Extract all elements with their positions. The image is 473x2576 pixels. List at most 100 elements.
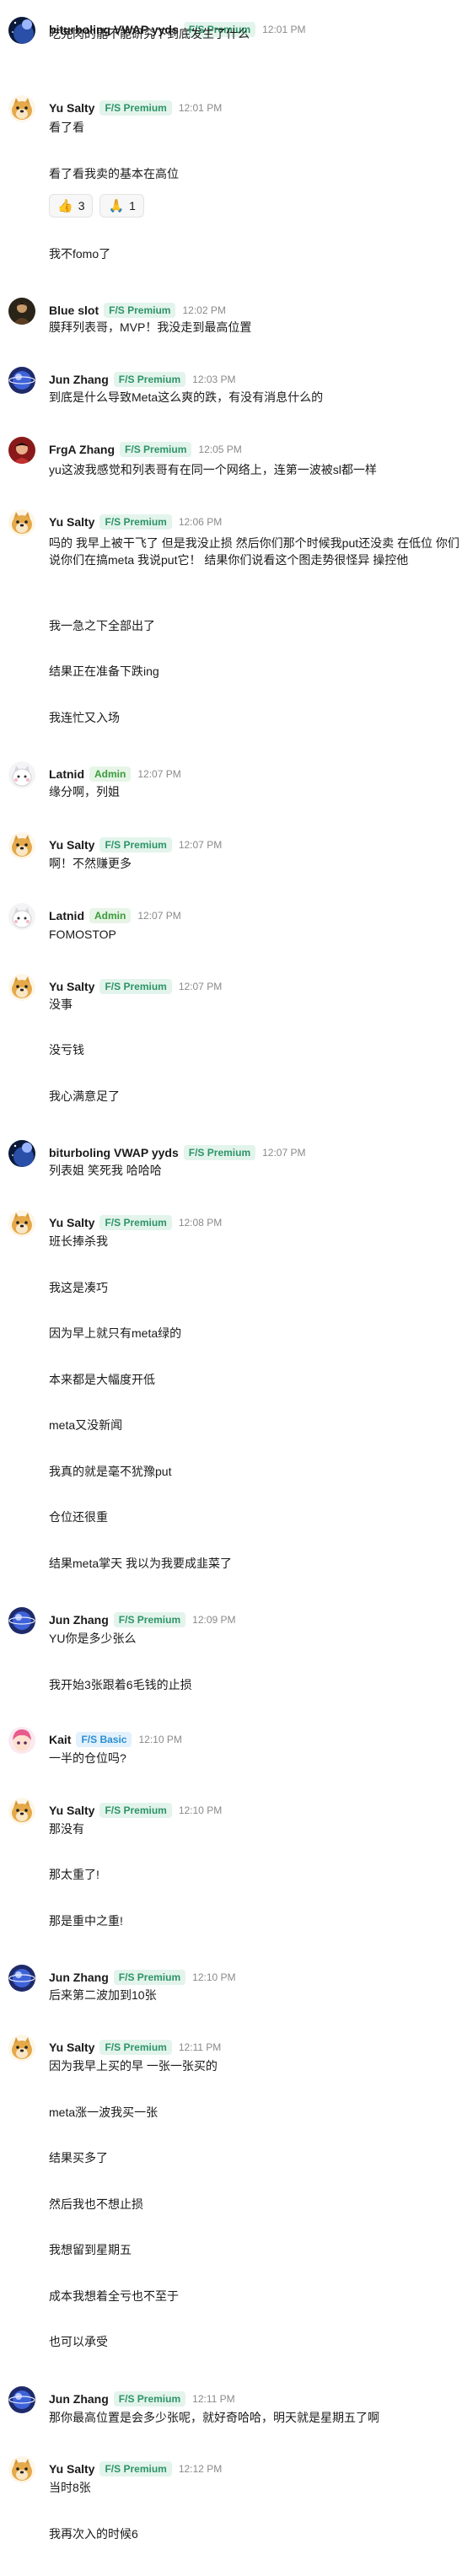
message-timestamp: 12:11 PM (192, 2393, 235, 2405)
doge-avatar[interactable] (8, 2035, 35, 2062)
message-timestamp: 12:07 PM (262, 1147, 306, 1159)
cat-avatar[interactable] (8, 903, 35, 930)
anime-avatar[interactable] (8, 1727, 35, 1754)
message-text: 那你最高位置是会多少张呢，就好奇哈哈，明天就是星期五了啊 (49, 2411, 379, 2424)
message-header: Yu Salty F/S Premium 12:12 PM (49, 2460, 222, 2478)
role-badge: F/S Premium (113, 372, 186, 387)
username[interactable]: Latnid (49, 909, 84, 922)
message-header: Yu Salty F/S Premium 12:07 PM (49, 977, 222, 996)
message-text: 然后我也不想止损 (49, 2197, 143, 2211)
message-text: 一半的仓位吗? (49, 1751, 126, 1765)
message-text: 吗的 我早上被干飞了 但是我没止损 然后你们那个时候我put还没卖 在低位 你们… (49, 536, 460, 567)
message-text: 列表姐 笑死我 哈哈哈 (49, 1164, 162, 1177)
username[interactable]: Yu Salty (49, 2462, 94, 2476)
red-avatar[interactable] (8, 437, 35, 464)
message-text: 仓位还很重 (49, 1510, 108, 1524)
message-text: 我真的就是毫不犹豫put (49, 1465, 172, 1478)
message-text: 结果meta掌天 我以为我要成韭菜了 (49, 1557, 233, 1570)
message-text: 膜拜列表哥，MVP！我没走到最高位置 (49, 320, 252, 334)
cat-avatar[interactable] (8, 761, 35, 788)
message-text: 因为我早上买的早 一张一张买的 (49, 2059, 218, 2073)
message-header: Yu Salty F/S Premium 12:06 PM (49, 513, 222, 531)
message-timestamp: 12:07 PM (137, 768, 181, 780)
message-text: 因为早上就只有meta绿的 (49, 1326, 182, 1340)
username[interactable]: Latnid (49, 767, 84, 781)
doge-avatar[interactable] (8, 95, 35, 122)
message-text: 结果正在准备下跌ing (49, 664, 159, 678)
sphere-avatar[interactable] (8, 1965, 35, 1992)
doge-avatar[interactable] (8, 1210, 35, 1237)
doge-avatar[interactable] (8, 2456, 35, 2483)
message-text: 我连忙又入场 (49, 711, 120, 724)
username[interactable]: FrgA Zhang (49, 443, 115, 456)
reactions-bar: 👍 3 🙏 1 (49, 194, 144, 218)
message-text: 后来第二波加到10张 (49, 1988, 157, 2002)
doge-avatar[interactable] (8, 509, 35, 536)
username[interactable]: Jun Zhang (49, 1613, 109, 1627)
role-badge: F/S Premium (104, 303, 176, 318)
message-timestamp: 12:06 PM (178, 516, 223, 528)
username[interactable]: Yu Salty (49, 838, 94, 852)
sphere-avatar[interactable] (8, 367, 35, 394)
message-header: FrgA Zhang F/S Premium 12:05 PM (49, 440, 242, 459)
message-text: 我想留到星期五 (49, 2243, 132, 2256)
message-timestamp: 12:11 PM (178, 2041, 222, 2053)
message-header: Kait F/S Basic 12:10 PM (49, 1730, 182, 1749)
username[interactable]: Yu Salty (49, 2041, 94, 2054)
message-timestamp: 12:12 PM (178, 2463, 223, 2475)
role-badge: F/S Premium (99, 2461, 172, 2477)
message-header: Latnid Admin 12:07 PM (49, 906, 181, 925)
message-header: biturboling VWAP yyds F/S Premium 12:07 PM (49, 1143, 306, 1162)
planet-avatar[interactable] (8, 17, 35, 44)
message-text: 我开始3张跟着6毛钱的止损 (49, 1678, 192, 1691)
message-text: 也可以承受 (49, 2335, 108, 2348)
username[interactable]: Jun Zhang (49, 2392, 109, 2406)
role-badge: F/S Premium (99, 979, 172, 994)
message-text: 我不fomo了 (49, 247, 111, 261)
reaction-button[interactable]: 👍 3 (49, 194, 94, 218)
reaction-button[interactable]: 🙏 1 (99, 194, 144, 218)
sphere-avatar[interactable] (8, 1607, 35, 1634)
message-text: 我心满意足了 (49, 1089, 120, 1103)
message-timestamp: 12:05 PM (198, 444, 242, 455)
message-text: 我再次入的时候6 (49, 2527, 138, 2541)
sphere-avatar[interactable] (8, 2386, 35, 2413)
message-header: Yu Salty F/S Premium 12:01 PM (49, 99, 222, 117)
message-text: 班长捧杀我 (49, 1234, 108, 1248)
message-timestamp: 12:10 PM (192, 1971, 236, 1983)
role-badge: F/S Premium (113, 1612, 186, 1627)
doge-avatar[interactable] (8, 832, 35, 859)
username[interactable]: Jun Zhang (49, 373, 109, 386)
message-header: Jun Zhang F/S Premium 12:09 PM (49, 1611, 236, 1629)
role-badge: Admin (89, 766, 132, 782)
message-text: meta又没新闻 (49, 1418, 123, 1432)
username[interactable]: Blue slot (49, 304, 99, 317)
username[interactable]: Jun Zhang (49, 1971, 109, 1984)
planet-avatar[interactable] (8, 1140, 35, 1167)
username[interactable]: Yu Salty (49, 980, 94, 993)
figure-avatar[interactable] (8, 298, 35, 325)
message-text: FOMOSTOP (49, 928, 116, 941)
username[interactable]: Yu Salty (49, 515, 94, 529)
username[interactable]: Yu Salty (49, 1216, 94, 1229)
thumbs-up-icon: 👍 (57, 199, 73, 213)
username[interactable]: Yu Salty (49, 101, 94, 115)
username[interactable]: biturboling VWAP yyds (49, 1146, 179, 1159)
username[interactable]: Yu Salty (49, 1804, 94, 1817)
doge-avatar[interactable] (8, 974, 35, 1001)
message-text: 吃完肉的能不能研究下到底发生了什么 (49, 27, 250, 40)
message-timestamp: 12:09 PM (192, 1614, 236, 1626)
message-timestamp: 12:08 PM (178, 1217, 223, 1229)
username[interactable]: Kait (49, 1733, 71, 1746)
role-badge: F/S Premium (183, 1145, 256, 1160)
message-header: Jun Zhang F/S Premium 12:03 PM (49, 370, 236, 389)
message-header: Blue slot F/S Premium 12:02 PM (49, 301, 226, 320)
message-text: 到底是什么导致Meta这么爽的跌，有没有消息什么的 (49, 390, 324, 404)
role-badge: F/S Premium (99, 100, 172, 116)
doge-avatar[interactable] (8, 1798, 35, 1825)
message-text: 那太重了! (49, 1868, 99, 1881)
reaction-count: 3 (78, 199, 85, 212)
message-text: 那没有 (49, 1822, 84, 1836)
message-text: 没事 (49, 998, 73, 1011)
message-timestamp: 12:07 PM (178, 981, 223, 992)
